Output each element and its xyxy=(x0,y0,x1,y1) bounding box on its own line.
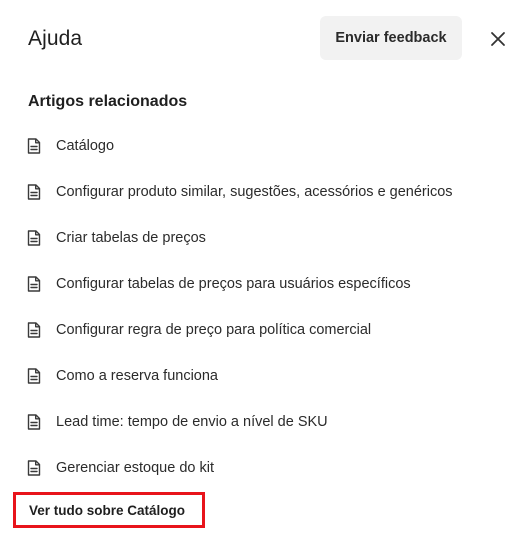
article-label: Gerenciar estoque do kit xyxy=(56,460,214,476)
help-panel-header: Ajuda Enviar feedback xyxy=(0,0,529,76)
document-icon xyxy=(26,229,42,247)
article-link[interactable]: Configurar tabelas de preços para usuári… xyxy=(0,261,529,307)
article-label: Como a reserva funciona xyxy=(56,368,218,384)
article-label: Configurar produto similar, sugestões, a… xyxy=(56,184,453,200)
see-all-catalog-link[interactable]: Ver tudo sobre Catálogo xyxy=(13,492,205,528)
article-link[interactable]: Catálogo xyxy=(0,123,529,169)
article-label: Configurar regra de preço para política … xyxy=(56,322,372,338)
article-link[interactable]: Criar tabelas de preços xyxy=(0,215,529,261)
document-icon xyxy=(26,183,42,201)
article-link[interactable]: Configurar regra de preço para política … xyxy=(0,307,529,353)
article-label: Lead time: tempo de envio a nível de SKU xyxy=(56,414,328,430)
document-icon xyxy=(26,275,42,293)
article-link[interactable]: Lead time: tempo de envio a nível de SKU xyxy=(0,399,529,445)
document-icon xyxy=(26,321,42,339)
document-icon xyxy=(26,367,42,385)
related-articles-heading: Artigos relacionados xyxy=(28,93,188,110)
document-icon xyxy=(26,413,42,431)
article-label: Criar tabelas de preços xyxy=(56,230,206,246)
close-icon xyxy=(489,30,507,48)
close-button[interactable] xyxy=(486,27,510,51)
related-articles-list: Catálogo Configurar produto similar, sug… xyxy=(0,123,529,491)
panel-title: Ajuda xyxy=(28,27,83,50)
article-link[interactable]: Como a reserva funciona xyxy=(0,353,529,399)
article-label: Configurar tabelas de preços para usuári… xyxy=(56,276,411,292)
send-feedback-button[interactable]: Enviar feedback xyxy=(320,16,462,60)
document-icon xyxy=(26,459,42,477)
article-label: Catálogo xyxy=(56,138,115,154)
document-icon xyxy=(26,137,42,155)
article-link[interactable]: Configurar produto similar, sugestões, a… xyxy=(0,169,529,215)
article-link[interactable]: Gerenciar estoque do kit xyxy=(0,445,529,491)
see-all-label: Ver tudo sobre Catálogo xyxy=(29,502,186,518)
